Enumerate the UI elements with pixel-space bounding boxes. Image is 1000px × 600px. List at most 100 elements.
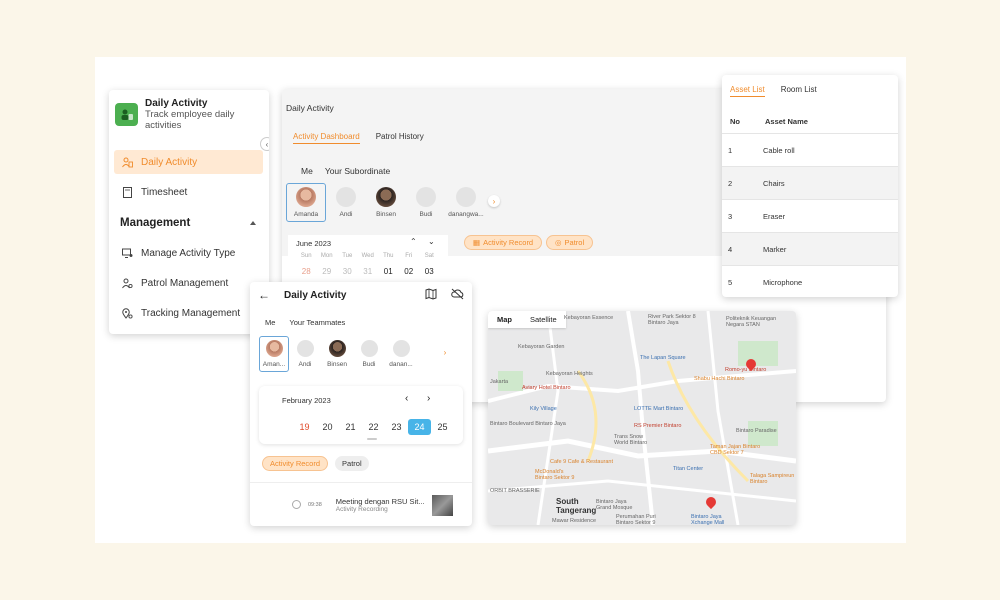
radio-icon[interactable] [292,500,301,509]
person-budi[interactable]: Budi [406,183,446,222]
map-label: Bintaro Jaya Grand Mosque [596,499,633,511]
weekday-label: Fri [405,253,413,259]
sidebar-item-daily-activity[interactable]: Daily Activity [114,150,263,174]
avatar [336,187,356,207]
person-binsen[interactable]: Binsen [321,336,353,372]
map-label: Talaga Sampireun Bintaro [750,473,795,485]
map-label: Kebayoran Heights [546,371,593,377]
map-label: Kebayoran Essence [564,315,614,321]
calendar-day[interactable]: 22 [362,419,385,435]
segment-your-subordinate[interactable]: Your Subordinate [325,166,390,176]
map-panel[interactable]: Map Satellite Kebayoran Essence River Pa… [488,311,796,525]
person-amanda[interactable]: Aman... [259,336,289,372]
map-type-map[interactable]: Map [488,311,521,328]
management-section-title: Management [120,217,191,229]
patrol-pill[interactable]: ◎ Patrol [546,235,594,250]
avatar [296,187,316,207]
sidebar-item-manage-activity-type[interactable]: Manage Activity Type [114,241,263,265]
calendar-day[interactable]: 03 [419,267,440,276]
map-label: Taman Jajan Bintaro CBD Sektor 7 [710,444,761,456]
week-day-row: 19 20 21 22 23 24 25 [293,419,454,435]
table-row[interactable]: 3 Eraser [722,199,898,232]
mobile-filter-pills: Activity Record Patrol [262,456,369,471]
weekday-row: Sun Mon Tue Wed Thu Fri Sat [296,253,440,259]
person-danangwa[interactable]: danangwa... [446,183,486,222]
activity-record-pill[interactable]: Activity Record [262,456,329,471]
sidebar-item-patrol-management[interactable]: Patrol Management [114,271,263,295]
tab-room-list[interactable]: Room List [781,85,817,109]
drag-handle[interactable] [367,438,377,440]
sidebar-item-label: Patrol Management [141,277,229,289]
map-label: LOTTE Mart Bintaro [634,406,684,412]
column-asset-name: Asset Name [765,116,808,126]
desktop-calendar: June 2023 ⌃ ⌄ Sun Mon Tue Wed Thu Fri Sat 28 29… [288,235,448,283]
chevron-down-icon[interactable]: ⌄ [428,237,435,246]
patrol-pill[interactable]: Patrol [335,456,369,471]
person-binsen[interactable]: Binsen [366,183,406,222]
row-number: 5 [728,277,733,287]
sidebar-item-tracking-management[interactable]: Tracking Management [114,301,263,325]
table-row[interactable]: 5 Microphone [722,265,898,297]
monitor-person-icon [122,248,133,259]
people-segment: Me Your Subordinate [301,166,390,176]
back-arrow-icon[interactable]: ← [258,288,270,302]
calendar-day[interactable]: 29 [317,267,338,276]
map-label: Kebayoran Garden [518,344,565,350]
tab-patrol-history[interactable]: Patrol History [376,132,424,144]
patrol-icon: ◎ [555,238,562,247]
map-label: The Lapan Square [640,355,686,361]
calendar-day[interactable]: 31 [358,267,379,276]
map-type-satellite[interactable]: Satellite [521,311,566,328]
segment-me[interactable]: Me [301,166,313,176]
weekday-label: Sun [300,253,312,259]
collapse-sidebar-button[interactable]: ‹ [260,137,269,151]
chevron-left-icon[interactable]: ‹ [405,393,408,404]
chevron-up-icon[interactable]: ⌃ [410,237,417,246]
calendar-day[interactable]: 24 [408,419,431,435]
calendar-day[interactable]: 25 [431,419,454,435]
person-budi[interactable]: Budi [353,336,385,372]
row-number: 4 [728,244,733,254]
segment-your-teammates[interactable]: Your Teammates [289,318,345,327]
calendar-day[interactable]: 30 [337,267,358,276]
page-title: Daily Activity [286,103,334,113]
person-danan[interactable]: danan... [385,336,417,372]
activity-list-item[interactable]: 09:38 Meeting dengan RSU Sit... Activity… [250,482,472,526]
avatar [360,340,378,357]
segment-me[interactable]: Me [265,318,275,327]
chevron-right-icon[interactable]: › [427,393,430,404]
person-andi[interactable]: Andi [326,183,366,222]
sidebar-item-label: Tracking Management [141,307,241,319]
calendar-day[interactable]: 20 [316,419,339,435]
table-row[interactable]: 1 Cable roll [722,133,898,166]
map-label: Mawar Residence [552,518,597,524]
next-people-button[interactable]: › [439,346,451,358]
person-amanda[interactable]: Amanda [286,183,326,222]
row-number: 1 [728,145,733,155]
dashboard-tabs: Activity Dashboard Patrol History [293,132,424,144]
map-icon[interactable] [425,287,437,303]
activity-title: Meeting dengan RSU Sit... [335,496,425,506]
calendar-day[interactable]: 01 [378,267,399,276]
mobile-people-segment: Me Your Teammates [250,318,472,327]
tab-activity-dashboard[interactable]: Activity Dashboard [293,132,360,144]
cloud-off-icon[interactable] [451,288,464,303]
sidebar-item-timesheet[interactable]: Timesheet [114,180,263,204]
calendar-day[interactable]: 23 [385,419,408,435]
tab-asset-list[interactable]: Asset List [730,85,765,97]
app-logo-icon [115,103,138,126]
calendar-day[interactable]: 02 [399,267,420,276]
activity-record-pill[interactable]: ▦ Activity Record [464,235,543,250]
map-label: Trans Snow World Bintaro [614,434,648,446]
sidebar-item-label: Manage Activity Type [141,247,236,259]
calendar-day[interactable]: 21 [339,419,362,435]
sidebar-item-label: Timesheet [141,186,188,198]
table-row[interactable]: 2 Chairs [722,166,898,199]
person-andi[interactable]: Andi [289,336,321,372]
calendar-day[interactable]: 28 [296,267,317,276]
asset-list-panel: Asset List Room List No Asset Name 1 Cabl… [722,75,898,297]
calendar-day[interactable]: 19 [293,419,316,435]
table-row[interactable]: 4 Marker [722,232,898,265]
next-people-button[interactable]: › [488,195,500,207]
caret-up-icon[interactable] [250,221,256,225]
